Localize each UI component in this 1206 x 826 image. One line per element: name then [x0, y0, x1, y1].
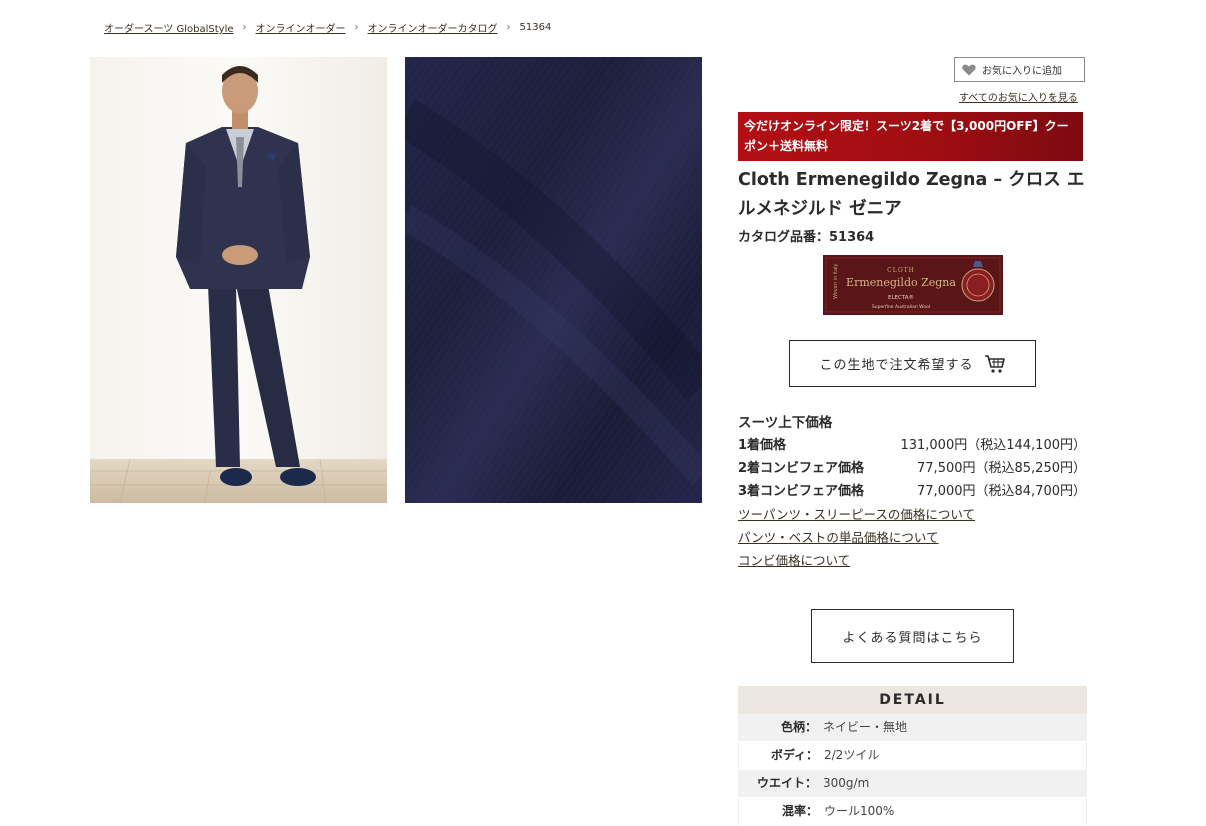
breadcrumb-separator: › — [242, 22, 247, 33]
breadcrumb: オーダースーツ GlobalStyle › オンラインオーダー › オンラインオ… — [104, 20, 551, 35]
faq-button[interactable]: よくある質問はこちら — [811, 609, 1014, 663]
price-value: 77,500円（税込85,250円） — [917, 461, 1086, 476]
add-to-favorites-button[interactable]: お気に入りに追加 — [954, 57, 1085, 82]
price-label: 3着コンビフェア価格 — [738, 484, 865, 499]
promo-text: 今だけオンライン限定！スーツ2着で【3,000円OFF】クーポン＋送料無料 — [744, 119, 1069, 153]
brand-line-wool: Superfine Australian Wool — [872, 304, 930, 310]
price-heading: スーツ上下価格 — [738, 415, 833, 431]
product-title: Cloth Ermenegildo Zegna – クロス エルメネジルド ゼニ… — [738, 170, 1085, 219]
catalog-number: カタログ品番：51364 — [738, 230, 875, 245]
price-value: 77,000円（税込84,700円） — [917, 484, 1086, 499]
detail-heading: DETAIL — [738, 686, 1087, 714]
pants-vest-single-price-link[interactable]: パンツ・ベストの単品価格について — [738, 527, 939, 546]
brand-line-cloth: CLOTH — [887, 267, 915, 274]
breadcrumb-link-online-order[interactable]: オンラインオーダー — [256, 20, 346, 35]
fabric-photo[interactable] — [405, 57, 702, 503]
brand-line-electa: ELECTA® — [888, 294, 914, 301]
price-value: 131,000円（税込144,100円） — [900, 438, 1086, 453]
price-label: 2着コンビフェア価格 — [738, 461, 865, 476]
view-all-favorites-link[interactable]: すべてのお気に入りを見る — [959, 89, 1078, 104]
price-row-two-combi: 2着コンビフェア価格 77,500円（税込85,250円） — [738, 457, 1086, 476]
breadcrumb-link-suit-order[interactable]: オーダースーツ GlobalStyle — [104, 20, 234, 35]
detail-row-color: 色柄： ネイビー・無地 — [738, 714, 1087, 742]
add-to-favorites-label: お気に入りに追加 — [982, 66, 1062, 77]
detail-key: ウエイト： — [756, 776, 817, 790]
detail-table: DETAIL 色柄： ネイビー・無地 ボディ： 2/2ツイル ウエイト： 300… — [738, 686, 1087, 826]
model-photo[interactable] — [90, 57, 387, 503]
detail-row-body: ボディ： 2/2ツイル — [738, 742, 1087, 770]
detail-row-weight: ウエイト： 300g/m — [738, 770, 1087, 798]
order-fabric-label: この生地で注文希望する — [819, 358, 974, 373]
detail-value: ウール100% — [824, 804, 895, 818]
detail-key: 混率： — [781, 804, 818, 818]
breadcrumb-current: 51364 — [519, 22, 552, 33]
combi-price-link[interactable]: コンビ価格について — [738, 550, 850, 569]
two-pants-three-piece-price-link[interactable]: ツーパンツ・スリーピースの価格について — [738, 504, 975, 523]
price-row-three-combi: 3着コンビフェア価格 77,000円（税込84,700円） — [738, 480, 1086, 499]
breadcrumb-separator: › — [506, 22, 511, 33]
price-label: 1着価格 — [738, 438, 787, 453]
detail-value: 2/2ツイル — [824, 748, 880, 762]
breadcrumb-separator: › — [354, 22, 359, 33]
faq-button-label: よくある質問はこちら — [842, 630, 983, 646]
brand-side-text: Woven in Italy — [833, 263, 839, 299]
detail-value: 300g/m — [823, 776, 870, 790]
breadcrumb-link-catalog[interactable]: オンラインオーダーカタログ — [368, 20, 498, 35]
detail-key: 色柄： — [780, 720, 817, 734]
detail-rows: 色柄： ネイビー・無地 ボディ： 2/2ツイル ウエイト： 300g/m 混率：… — [738, 714, 1087, 826]
brand-line-name: Ermenegildo Zegna — [846, 276, 956, 289]
brand-label-image: Woven in Italy CLOTH Ermenegildo Zegna E… — [823, 255, 1003, 315]
promo-banner[interactable]: 今だけオンライン限定！スーツ2着で【3,000円OFF】クーポン＋送料無料 — [738, 112, 1083, 161]
price-row-single: 1着価格 131,000円（税込144,100円） — [738, 434, 1086, 453]
detail-row-composition: 混率： ウール100% — [738, 798, 1087, 826]
heart-icon — [962, 64, 976, 75]
detail-value: ネイビー・無地 — [823, 720, 908, 734]
cart-icon — [984, 354, 1005, 373]
detail-key: ボディ： — [770, 748, 818, 762]
order-fabric-button[interactable]: この生地で注文希望する — [789, 340, 1036, 387]
